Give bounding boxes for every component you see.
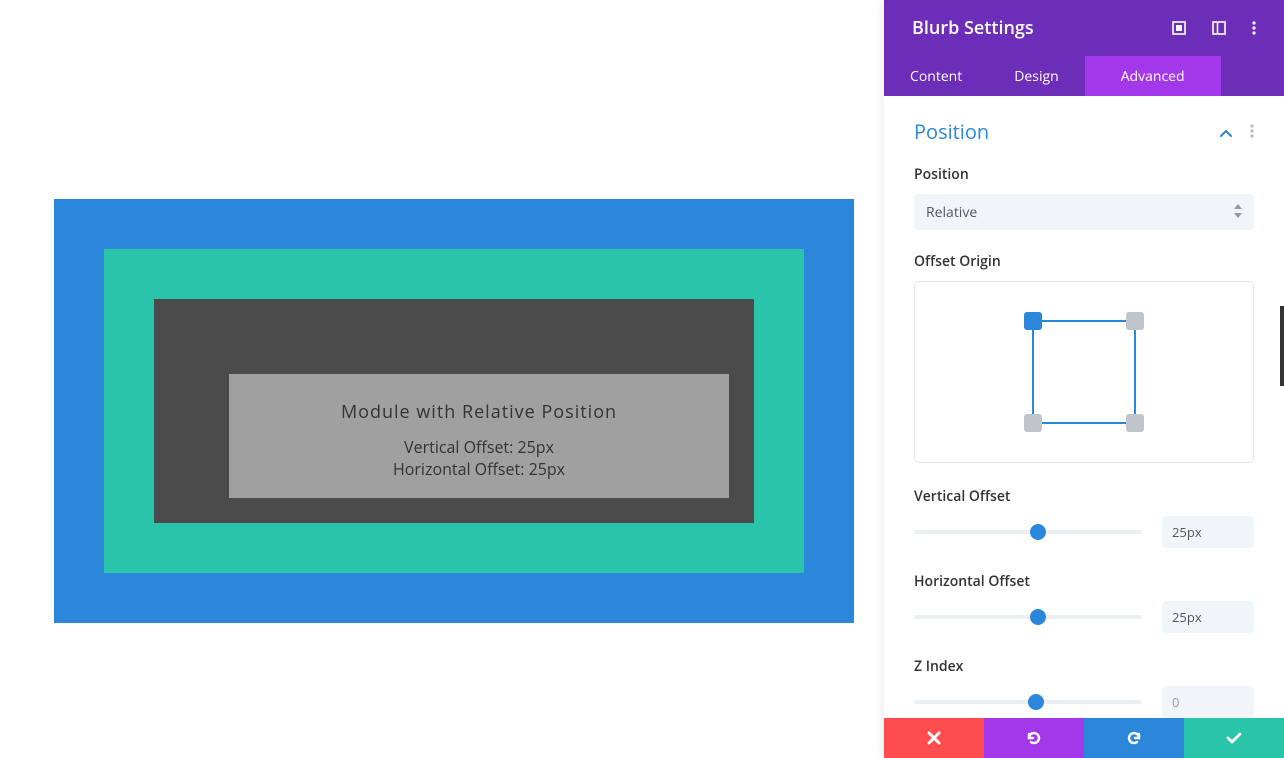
- module-text-2: Horizontal Offset: 25px: [229, 458, 729, 480]
- offset-origin-label: Offset Origin: [914, 252, 1254, 271]
- settings-panel: Blurb Settings Content Design Advanced P…: [884, 0, 1284, 758]
- tab-design[interactable]: Design: [988, 56, 1084, 96]
- slider-track: [914, 615, 1142, 619]
- module-title: Module with Relative Position: [229, 400, 729, 424]
- panel-body[interactable]: Position Position Relative Offset Origin: [884, 96, 1284, 718]
- origin-handle-top-left[interactable]: [1024, 312, 1042, 330]
- zindex-slider[interactable]: [914, 693, 1142, 711]
- module-text-1: Vertical Offset: 25px: [229, 436, 729, 458]
- panel-title: Blurb Settings: [912, 16, 1172, 40]
- vertical-offset-input[interactable]: 25px: [1162, 516, 1254, 548]
- horizontal-offset-input[interactable]: 25px: [1162, 601, 1254, 633]
- tabs: Content Design Advanced: [884, 56, 1284, 96]
- panel-header: Blurb Settings: [884, 0, 1284, 56]
- cancel-button[interactable]: [884, 718, 984, 758]
- section-more-icon[interactable]: [1250, 121, 1254, 143]
- position-select[interactable]: Relative: [914, 194, 1254, 230]
- select-caret-icon: [1234, 204, 1242, 223]
- undo-button[interactable]: [984, 718, 1084, 758]
- horizontal-offset-label: Horizontal Offset: [914, 572, 1254, 591]
- origin-handle-top-right[interactable]: [1126, 312, 1144, 330]
- position-value: Relative: [926, 203, 977, 222]
- origin-square: [1032, 320, 1136, 424]
- section-header-position[interactable]: Position: [914, 118, 1254, 145]
- section-title: Position: [914, 118, 989, 145]
- slider-track: [914, 530, 1142, 534]
- module-box[interactable]: Module with Relative Position Vertical O…: [229, 374, 729, 498]
- origin-handle-bottom-right[interactable]: [1126, 414, 1144, 432]
- column-box: Module with Relative Position Vertical O…: [154, 299, 754, 523]
- tab-advanced[interactable]: Advanced: [1085, 56, 1221, 96]
- save-button[interactable]: [1184, 718, 1284, 758]
- snap-left-icon[interactable]: [1212, 21, 1226, 35]
- slider-thumb[interactable]: [1030, 609, 1046, 625]
- horizontal-offset-slider[interactable]: [914, 608, 1142, 626]
- position-label: Position: [914, 165, 1254, 184]
- zindex-label: Z Index: [914, 657, 1254, 676]
- redo-button[interactable]: [1084, 718, 1184, 758]
- footer-actions: [884, 718, 1284, 758]
- scrollbar-thumb[interactable]: [1280, 306, 1284, 386]
- row-box: Module with Relative Position Vertical O…: [104, 249, 804, 573]
- vertical-offset-label: Vertical Offset: [914, 487, 1254, 506]
- origin-handle-bottom-left[interactable]: [1024, 414, 1042, 432]
- vertical-offset-slider[interactable]: [914, 523, 1142, 541]
- preview-canvas: Module with Relative Position Vertical O…: [0, 0, 884, 758]
- expand-icon[interactable]: [1172, 21, 1186, 35]
- slider-thumb[interactable]: [1028, 694, 1044, 710]
- zindex-input[interactable]: 0: [1162, 686, 1254, 718]
- section-box: Module with Relative Position Vertical O…: [54, 199, 854, 623]
- tab-content[interactable]: Content: [884, 56, 988, 96]
- slider-thumb[interactable]: [1030, 524, 1046, 540]
- collapse-icon[interactable]: [1220, 121, 1232, 143]
- more-icon[interactable]: [1252, 21, 1256, 35]
- origin-picker[interactable]: [914, 281, 1254, 463]
